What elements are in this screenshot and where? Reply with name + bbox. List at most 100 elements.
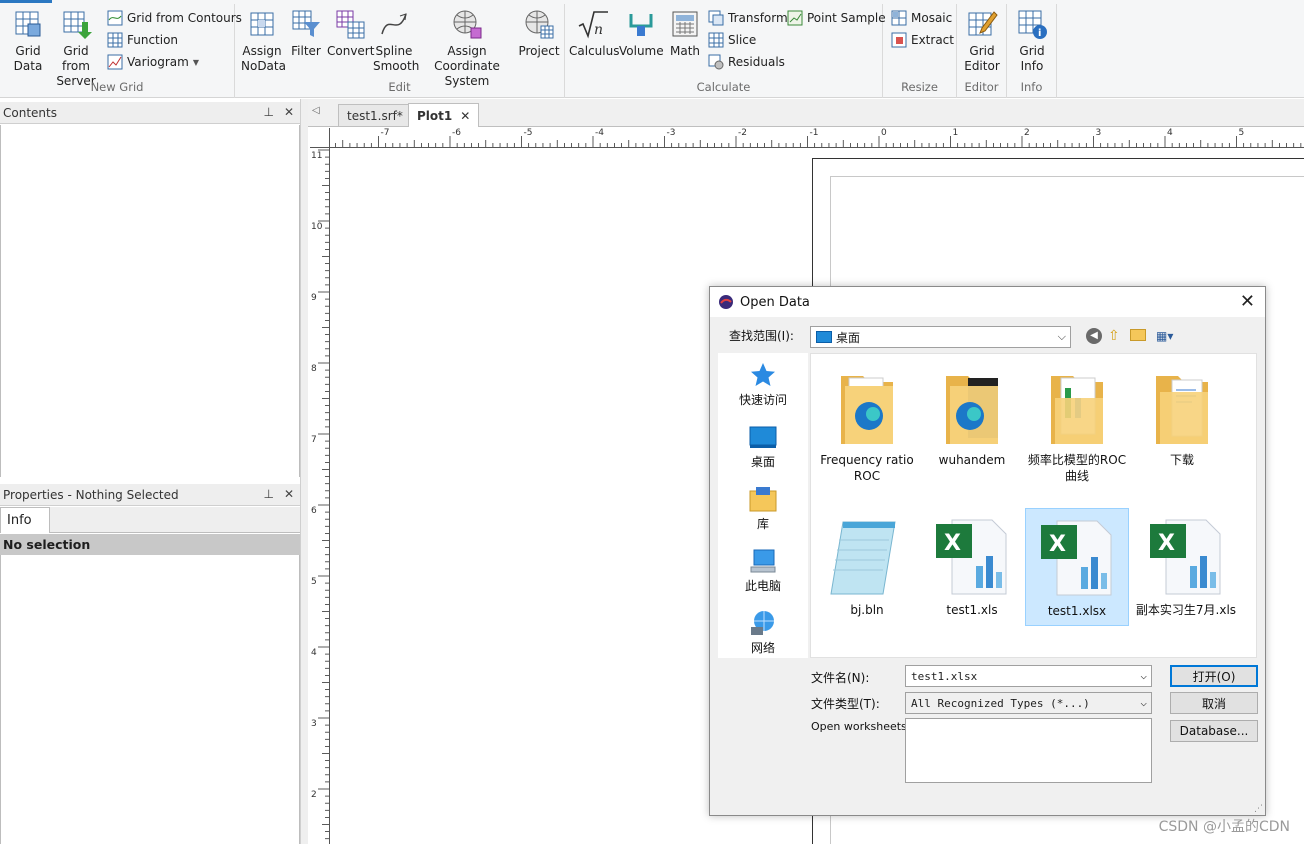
watermark: CSDN @小孟的CDN: [1158, 819, 1290, 835]
assign-coordinate-system-button[interactable]: Assign Coordinate System: [418, 8, 516, 89]
calculus-button[interactable]: n Calculus: [569, 8, 619, 59]
back-icon[interactable]: ◀: [1086, 328, 1102, 344]
properties-panel-header: Properties - Nothing Selected ⊥ ✕: [0, 484, 300, 506]
ruler-h-label: 5: [1238, 128, 1245, 138]
ruler-h-label: 0: [881, 128, 887, 138]
new-folder-icon[interactable]: [1130, 329, 1146, 341]
folder-icon: [841, 376, 893, 444]
tab-test1-srf[interactable]: test1.srf*: [338, 104, 412, 126]
grid-info-icon: i: [1018, 10, 1047, 39]
worksheets-list[interactable]: [905, 718, 1152, 783]
group-label-edit: Edit: [388, 80, 411, 94]
filename-input[interactable]: test1.xlsx ⌵: [905, 665, 1152, 687]
resize-grip-icon[interactable]: ⋰: [1254, 804, 1263, 814]
file-item-test1-xlsx[interactable]: X test1.xlsx: [1025, 508, 1129, 626]
place-this-pc[interactable]: 此电脑: [718, 547, 808, 594]
up-folder-icon[interactable]: ⇧: [1108, 328, 1120, 344]
function-button[interactable]: Function: [107, 30, 178, 50]
grid-editor-icon: [968, 11, 998, 36]
ruler-h-label: -6: [452, 128, 461, 138]
chevron-down-icon: ▼: [192, 57, 199, 67]
file-item-wuhandem[interactable]: wuhandem: [920, 368, 1024, 468]
place-library[interactable]: 库: [718, 485, 808, 532]
transform-button[interactable]: Transform: [708, 8, 788, 28]
filter-button[interactable]: Filter: [289, 8, 323, 59]
open-data-dialog: Open Data ✕ 查找范围(I): 桌面 ⌵ ◀ ⇧ ▦▾ 快速访问 桌面…: [709, 286, 1266, 816]
mosaic-button[interactable]: Mosaic: [891, 8, 952, 28]
slice-icon: [708, 32, 724, 48]
mosaic-icon: [891, 10, 907, 26]
filetype-label: 文件类型(T):: [811, 697, 880, 711]
assign-nodata-icon: [250, 12, 274, 36]
project-button[interactable]: Project: [518, 8, 560, 59]
file-item-bj-bln[interactable]: bj.bln: [815, 516, 919, 618]
place-desktop[interactable]: 桌面: [718, 423, 808, 470]
file-item-roc-curve-folder[interactable]: 频率比模型的ROC曲线: [1025, 368, 1129, 484]
file-item-frequency-ratio-roc[interactable]: Frequency ratio ROC: [815, 368, 919, 484]
assign-nodata-button[interactable]: Assign NoData: [241, 8, 286, 74]
filetype-select[interactable]: All Recognized Types (*...) ⌵: [905, 692, 1152, 714]
horizontal-ruler: -7-6-5-4-3-2-10123456: [330, 128, 1304, 148]
point-sample-icon: [787, 10, 803, 26]
close-icon[interactable]: ✕: [1240, 291, 1255, 312]
panel-splitter[interactable]: [300, 99, 308, 844]
ruler-h-label: -2: [738, 128, 747, 138]
library-icon: [749, 487, 777, 512]
ribbon-group-edit: Assign NoData Filter Convert Spline Smoo…: [235, 4, 565, 98]
ruler-v-label: 11: [311, 151, 323, 161]
volume-button[interactable]: Volume: [619, 8, 664, 59]
close-icon[interactable]: ✕: [284, 487, 294, 501]
tab-info[interactable]: Info: [0, 507, 50, 533]
look-in-combo[interactable]: 桌面 ⌵: [810, 326, 1071, 348]
variogram-button[interactable]: Variogram ▼: [107, 52, 199, 72]
computer-icon: [750, 549, 776, 573]
spline-smooth-button[interactable]: Spline Smooth: [373, 8, 419, 74]
properties-panel-title: Properties - Nothing Selected: [3, 487, 179, 502]
grid-data-button[interactable]: Grid Data: [8, 8, 48, 74]
place-quick-access[interactable]: 快速访问: [718, 361, 808, 408]
cancel-button[interactable]: 取消: [1170, 692, 1258, 714]
open-worksheets-label: Open worksheets:: [811, 720, 911, 733]
open-button[interactable]: 打开(O): [1170, 665, 1258, 687]
extract-button[interactable]: Extract: [891, 30, 954, 50]
ribbon-group-editor: Grid Editor Editor: [957, 4, 1007, 98]
group-label-editor: Editor: [964, 80, 999, 94]
look-in-label: 查找范围(I):: [729, 329, 794, 343]
file-item-intern-july-xls[interactable]: X 副本实习生7月.xls: [1130, 516, 1242, 618]
place-network[interactable]: 网络: [718, 609, 808, 656]
math-button[interactable]: Math: [667, 8, 703, 59]
ruler-h-label: -5: [523, 128, 533, 138]
volume-icon: [629, 14, 653, 36]
svg-text:X: X: [1158, 531, 1175, 556]
grid-info-button[interactable]: i Grid Info: [1012, 8, 1052, 74]
point-sample-button[interactable]: Point Sample: [787, 8, 886, 28]
file-item-test1-xls[interactable]: X test1.xls: [920, 516, 1024, 618]
tab-plot1[interactable]: Plot1 ✕: [408, 103, 480, 127]
pin-icon[interactable]: ⊥: [263, 487, 273, 501]
ruler-h-label: -4: [595, 128, 604, 138]
no-selection-label: No selection: [0, 534, 300, 555]
grid-from-contours-button[interactable]: Grid from Contours: [107, 8, 242, 28]
filter-icon: [292, 10, 320, 37]
view-menu-icon[interactable]: ▦▾: [1156, 329, 1173, 343]
database-button[interactable]: Database...: [1170, 720, 1258, 742]
residuals-button[interactable]: Residuals: [708, 52, 785, 72]
excel-icon: X: [936, 519, 1007, 595]
dialog-title: Open Data: [740, 294, 810, 310]
excel-icon: X: [1041, 520, 1112, 596]
contents-panel-title: Contents: [3, 105, 57, 120]
slice-button[interactable]: Slice: [708, 30, 756, 50]
convert-button[interactable]: Convert: [327, 8, 374, 59]
tab-scroll-left-icon[interactable]: ◁: [312, 105, 320, 116]
grid-editor-button[interactable]: Grid Editor: [962, 8, 1002, 74]
close-icon[interactable]: ✕: [460, 109, 470, 123]
close-icon[interactable]: ✕: [284, 105, 294, 119]
calculator-icon: [672, 11, 698, 37]
ruler-h-label: 2: [1024, 128, 1030, 138]
file-item-downloads[interactable]: 下载: [1130, 368, 1234, 468]
grid-from-server-button[interactable]: Grid from Server: [50, 8, 102, 89]
contents-panel-body: [0, 125, 300, 477]
sqrt-icon: n: [578, 11, 608, 39]
pin-icon[interactable]: ⊥: [263, 105, 273, 119]
extract-icon: [891, 32, 907, 48]
